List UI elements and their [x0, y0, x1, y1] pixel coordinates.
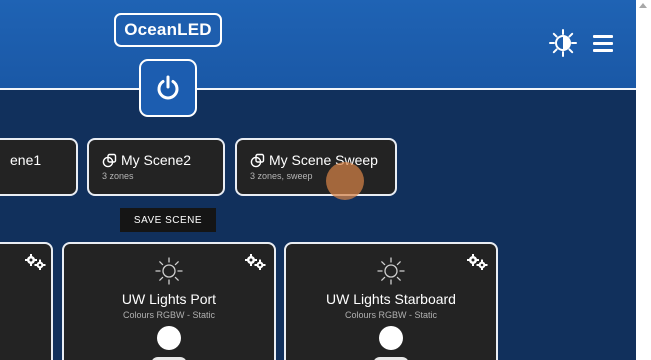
power-button[interactable]: [139, 59, 197, 117]
gears-icon[interactable]: [244, 254, 266, 270]
scene-name: My Scene2: [121, 152, 192, 168]
scene-subtitle: 3 zones: [102, 171, 134, 181]
scene-subtitle: 3 zones, sweep: [250, 171, 313, 181]
power-icon: [157, 75, 179, 100]
zone-on-indicator[interactable]: [379, 326, 403, 350]
sun-toggle-icon[interactable]: [549, 29, 577, 57]
zone-card-uw-lights-port[interactable]: UW Lights Port Colours RGBW - Static: [62, 242, 276, 360]
scene-name: My Scene Sweep: [269, 152, 378, 168]
zone-card-partial[interactable]: [0, 242, 53, 360]
header-bar: [0, 0, 636, 88]
app-window: OceanLED ene1 My Scene2 3 zones My Scene…: [0, 0, 636, 360]
zone-subtitle: Colours RGBW - Static: [122, 310, 216, 320]
zone-card-uw-lights-starboard[interactable]: UW Lights Starboard Colours RGBW - Stati…: [284, 242, 498, 360]
gears-icon[interactable]: [24, 254, 46, 270]
page-scrollbar[interactable]: [636, 0, 651, 360]
scene-link-icon: [250, 153, 265, 167]
scene-name: ene1: [10, 152, 42, 168]
zone-name: UW Lights Port: [121, 291, 217, 307]
zone-subtitle: Colours RGBW - Static: [344, 310, 438, 320]
sun-icon: [155, 257, 183, 285]
click-cursor-indicator: [326, 162, 364, 200]
gears-icon[interactable]: [466, 254, 488, 270]
zone-name: UW Lights Starboard: [326, 291, 456, 307]
zone-on-indicator[interactable]: [157, 326, 181, 350]
scene-card-scene1[interactable]: ene1: [0, 138, 78, 196]
scroll-up-arrow-icon[interactable]: [639, 3, 647, 8]
sun-icon: [377, 257, 405, 285]
scene-link-icon: [102, 153, 117, 167]
scene-card-my-scene-sweep[interactable]: My Scene Sweep 3 zones, sweep: [235, 138, 397, 196]
oceanled-logo: OceanLED: [114, 13, 222, 47]
header-divider: [0, 88, 636, 90]
save-scene-button[interactable]: SAVE SCENE: [120, 208, 216, 232]
scene-card-my-scene2[interactable]: My Scene2 3 zones: [87, 138, 225, 196]
hamburger-menu-icon[interactable]: [593, 33, 615, 53]
